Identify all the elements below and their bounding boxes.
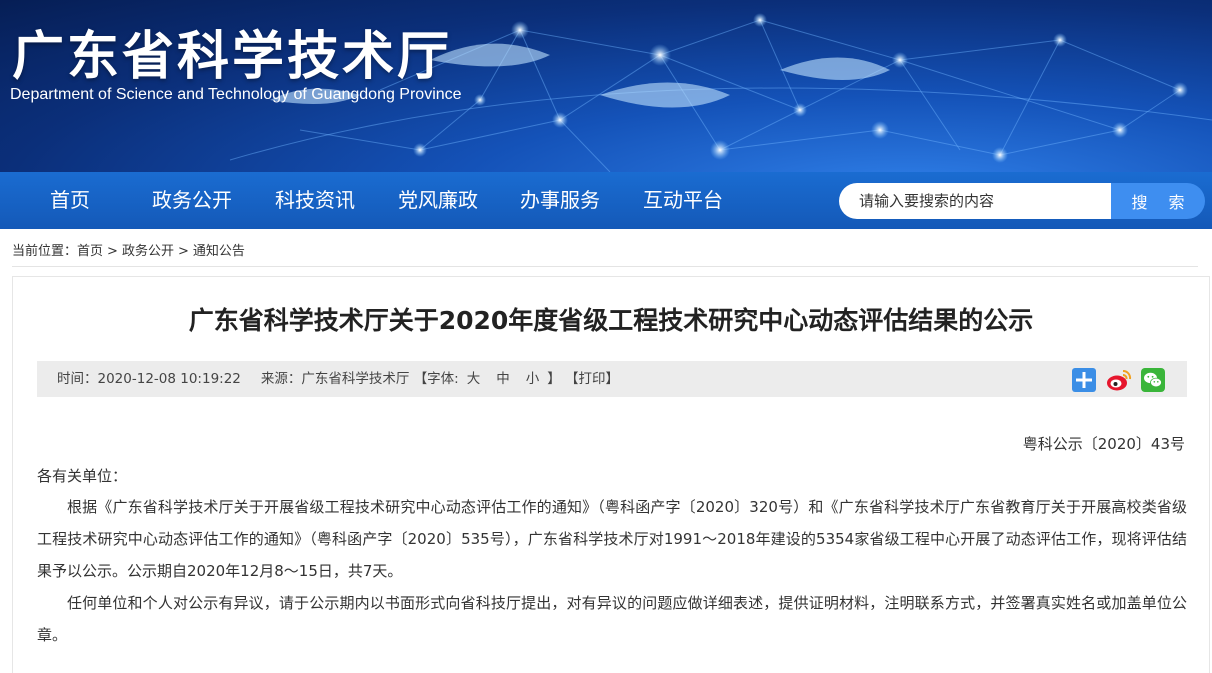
breadcrumb-separator: > [107, 244, 118, 259]
site-subtitle: Department of Science and Technology of … [10, 86, 462, 103]
source-label: 来源： [260, 371, 302, 387]
breadcrumb-separator: > [177, 244, 189, 259]
breadcrumb-government-affairs[interactable]: 政务公开 [122, 244, 174, 259]
source-value: 广东省科学技术厅 [301, 371, 410, 387]
nav-item-government-affairs[interactable]: 政务公开 [152, 172, 232, 229]
nav-item-tech-news[interactable]: 科技资讯 [275, 172, 355, 229]
article-title: 广东省科学技术厅关于2020年度省级工程技术研究中心动态评估结果的公示 [188, 306, 1034, 335]
article-meta: 时间：2020-12-08 10:19:22 来源：广东省科学技术厅 【字体: 大中… [57, 361, 619, 397]
site-title: 广东省科学技术厅 [12, 27, 453, 87]
header-banner: 广东省科学技术厅 Department of Science and Techn… [0, 0, 1212, 172]
add-share-icon[interactable] [1072, 368, 1096, 392]
font-size-close: 】 [547, 371, 561, 387]
time-label: 时间： [57, 371, 98, 387]
font-large-button[interactable]: 大 [459, 371, 489, 387]
search-input[interactable] [839, 183, 1111, 219]
article-paragraph: 任何单位和个人对公示有异议，请于公示期内以书面形式向省科技厅提出，对有异议的问题… [37, 594, 1187, 644]
publish-time: 2020-12-08 10:19:22 [97, 371, 241, 387]
font-medium-button[interactable]: 中 [488, 371, 518, 387]
search-button[interactable]: 搜 索 [1111, 183, 1205, 219]
nav-item-services[interactable]: 办事服务 [520, 172, 600, 229]
salutation: 各有关单位： [37, 467, 128, 485]
breadcrumb-notices[interactable]: 通知公告 [193, 244, 245, 259]
font-small-button[interactable]: 小 [518, 371, 548, 387]
breadcrumb-prefix: 当前位置： [12, 244, 78, 259]
print-button[interactable]: 【打印】 [565, 371, 619, 387]
document-number: 粤科公示〔2020〕43号 [1022, 435, 1185, 453]
wechat-icon[interactable] [1141, 368, 1165, 392]
article-container: 广东省科学技术厅关于2020年度省级工程技术研究中心动态评估结果的公示 时间：2… [12, 276, 1210, 673]
article-meta-bar: 时间：2020-12-08 10:19:22 来源：广东省科学技术厅 【字体: 大中… [37, 361, 1187, 397]
breadcrumb-divider [12, 266, 1198, 267]
breadcrumb: 当前位置：首页 > 政务公开 > 通知公告 [12, 240, 245, 259]
font-size-open: 【字体: [413, 371, 459, 387]
breadcrumb-home[interactable]: 首页 [77, 244, 103, 259]
article-paragraph: 根据《广东省科学技术厅关于开展省级工程技术研究中心动态评估工作的通知》（粤科函产… [37, 498, 1187, 580]
weibo-icon[interactable] [1106, 368, 1132, 392]
nav-item-home[interactable]: 首页 [50, 172, 90, 229]
nav-item-party-integrity[interactable]: 党风廉政 [398, 172, 478, 229]
nav-item-interaction[interactable]: 互动平台 [643, 172, 723, 229]
